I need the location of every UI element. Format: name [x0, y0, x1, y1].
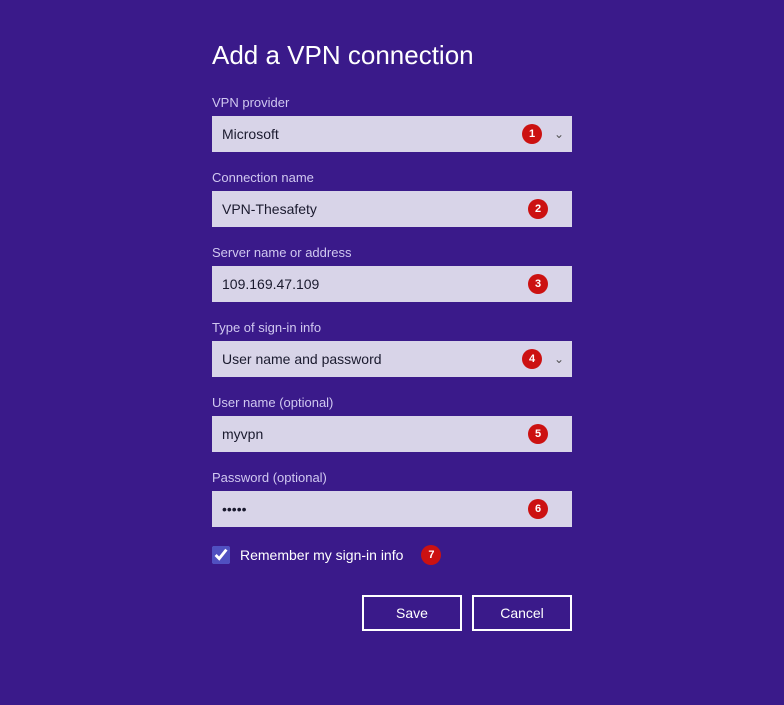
vpn-provider-wrap: Microsoft 1 ⌄ [212, 116, 572, 152]
remember-badge: 7 [421, 545, 441, 565]
cancel-button[interactable]: Cancel [472, 595, 572, 631]
password-label: Password (optional) [212, 470, 572, 485]
server-name-label: Server name or address [212, 245, 572, 260]
server-name-group: Server name or address 3 [212, 245, 572, 302]
remember-checkbox-row: Remember my sign-in info 7 [212, 545, 572, 565]
server-name-badge: 3 [528, 274, 548, 294]
vpn-dialog: Add a VPN connection VPN provider Micros… [182, 20, 602, 661]
username-input[interactable] [212, 416, 572, 452]
username-group: User name (optional) 5 [212, 395, 572, 452]
dialog-title: Add a VPN connection [212, 40, 572, 71]
username-wrap: 5 [212, 416, 572, 452]
connection-name-label: Connection name [212, 170, 572, 185]
sign-in-type-badge: 4 [522, 349, 542, 369]
button-row: Save Cancel [212, 595, 572, 631]
vpn-provider-badge: 1 [522, 124, 542, 144]
server-name-input[interactable] [212, 266, 572, 302]
vpn-provider-group: VPN provider Microsoft 1 ⌄ [212, 95, 572, 152]
password-group: Password (optional) 6 [212, 470, 572, 527]
sign-in-type-label: Type of sign-in info [212, 320, 572, 335]
connection-name-wrap: 2 [212, 191, 572, 227]
sign-in-type-select[interactable]: User name and password [212, 341, 572, 377]
password-badge: 6 [528, 499, 548, 519]
vpn-provider-select[interactable]: Microsoft [212, 116, 572, 152]
connection-name-input[interactable] [212, 191, 572, 227]
connection-name-badge: 2 [528, 199, 548, 219]
remember-checkbox[interactable] [212, 546, 230, 564]
username-badge: 5 [528, 424, 548, 444]
vpn-provider-label: VPN provider [212, 95, 572, 110]
save-button[interactable]: Save [362, 595, 462, 631]
server-name-wrap: 3 [212, 266, 572, 302]
password-wrap: 6 [212, 491, 572, 527]
username-label: User name (optional) [212, 395, 572, 410]
sign-in-type-wrap: User name and password 4 ⌄ [212, 341, 572, 377]
sign-in-type-group: Type of sign-in info User name and passw… [212, 320, 572, 377]
password-input[interactable] [212, 491, 572, 527]
connection-name-group: Connection name 2 [212, 170, 572, 227]
remember-label: Remember my sign-in info [240, 547, 403, 563]
